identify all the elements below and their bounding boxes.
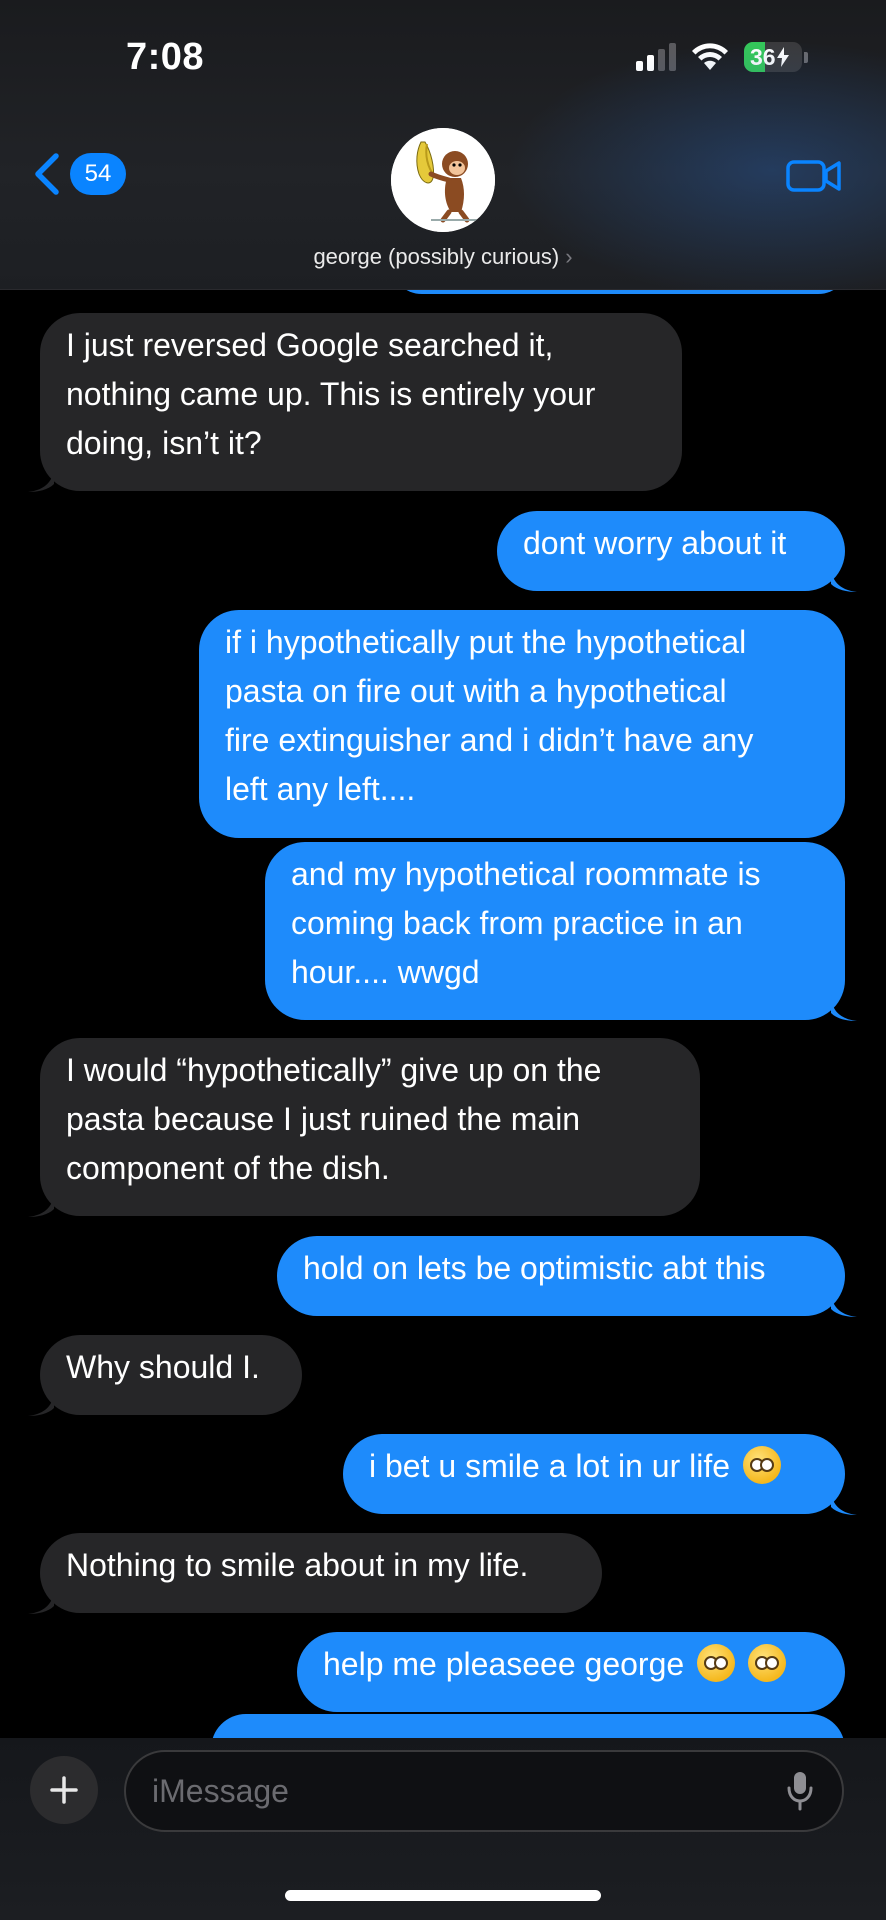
- pleading-face-emoji-icon: [742, 1446, 781, 1484]
- conversation-header: 7:08 36 54 george (possibly curious) ›: [0, 0, 886, 300]
- status-time: 7:08: [126, 36, 205, 78]
- message-text-line: pasta because I just ruined the main: [66, 1101, 581, 1137]
- message-text-line: dont worry about it: [523, 525, 787, 561]
- video-camera-icon[interactable]: [786, 156, 842, 196]
- message-text-line: coming back from practice in an: [291, 905, 743, 941]
- chevron-right-icon: ›: [565, 244, 573, 269]
- message-bubble-incoming[interactable]: I would “hypothetically” give up on the …: [28, 1038, 700, 1217]
- apps-plus-button[interactable]: [30, 1756, 98, 1824]
- contact-avatar[interactable]: [391, 128, 495, 232]
- message-text: help me pleaseee george: [323, 1646, 685, 1682]
- home-indicator[interactable]: [285, 1890, 601, 1901]
- battery-tip: [804, 51, 808, 63]
- message-text-line: doing, isn’t it?: [66, 425, 262, 461]
- message-text-line: help me pleaseee george: [323, 1640, 819, 1689]
- plus-icon: [50, 1776, 78, 1804]
- bubble-tail: [28, 1390, 54, 1416]
- status-icons: 36: [636, 42, 808, 72]
- message-text-line: hour.... wwgd: [291, 954, 480, 990]
- message-bubble-outgoing[interactable]: dont worry about it: [497, 511, 857, 592]
- message-text-line: left any left....: [225, 771, 416, 807]
- bubble-tail: [831, 566, 857, 592]
- message-text-line: hold on lets be optimistic abt this: [303, 1250, 766, 1286]
- message-text-line: I would “hypothetically” give up on the: [66, 1052, 602, 1088]
- unread-count-badge: 54: [70, 153, 126, 195]
- charging-bolt-icon: [776, 47, 789, 67]
- message-text-line: fire extinguisher and i didn’t have any: [225, 722, 754, 758]
- message-text-line: component of the dish.: [66, 1150, 390, 1186]
- battery-icon: 36: [744, 42, 802, 72]
- message-bubble-outgoing[interactable]: and my hypothetical roommate is coming b…: [265, 842, 857, 1021]
- bubble-tail: [28, 1588, 54, 1614]
- message-text-line: Why should I.: [66, 1349, 260, 1385]
- messages-screen: I just reversed Google searched it, noth…: [0, 0, 886, 1920]
- microphone-icon[interactable]: [786, 1770, 814, 1812]
- message-text-line: nothing came up. This is entirely your: [66, 376, 596, 412]
- cellular-signal-icon: [636, 43, 676, 71]
- message-text-line: and my hypothetical roommate is: [291, 856, 761, 892]
- message-bubble-incoming[interactable]: Nothing to smile about in my life.: [28, 1533, 602, 1614]
- back-button[interactable]: 54: [30, 152, 126, 196]
- message-bubble-incoming[interactable]: I just reversed Google searched it, noth…: [28, 313, 682, 492]
- battery-percentage: 36: [750, 43, 776, 70]
- message-bubble-outgoing[interactable]: hold on lets be optimistic abt this: [277, 1236, 857, 1317]
- message-input[interactable]: iMessage: [124, 1750, 844, 1832]
- message-bubble-outgoing[interactable]: help me pleaseee george: [297, 1632, 845, 1712]
- message-input-placeholder: iMessage: [152, 1773, 289, 1809]
- bubble-tail: [28, 466, 54, 492]
- contact-name-text: george (possibly curious): [313, 244, 560, 269]
- contact-name[interactable]: george (possibly curious) ›: [0, 244, 886, 270]
- message-text-line: Nothing to smile about in my life.: [66, 1547, 529, 1583]
- message-text-line: I just reversed Google searched it,: [66, 327, 554, 363]
- pleading-face-emoji-icon: [697, 1644, 736, 1682]
- wifi-icon: [692, 43, 728, 70]
- message-text-line: if i hypothetically put the hypothetical: [225, 624, 747, 660]
- message-bubble-incoming[interactable]: Why should I.: [28, 1335, 302, 1416]
- pleading-face-emoji-icon: [747, 1644, 786, 1682]
- message-text: i bet u smile a lot in ur life: [369, 1448, 731, 1484]
- bubble-tail: [831, 1291, 857, 1317]
- bubble-tail: [28, 1191, 54, 1217]
- bubble-tail: [831, 1489, 857, 1515]
- message-text-line: i bet u smile a lot in ur life: [369, 1442, 819, 1491]
- chevron-left-icon: [35, 153, 59, 195]
- message-bubble-outgoing[interactable]: if i hypothetically put the hypothetical…: [199, 610, 845, 838]
- message-text-line: pasta on fire out with a hypothetical: [225, 673, 727, 709]
- curious-george-avatar-icon: [391, 128, 495, 232]
- message-bubble-outgoing[interactable]: i bet u smile a lot in ur life: [343, 1434, 857, 1515]
- battery-indicator: 36: [744, 42, 808, 72]
- bubble-tail: [831, 995, 857, 1021]
